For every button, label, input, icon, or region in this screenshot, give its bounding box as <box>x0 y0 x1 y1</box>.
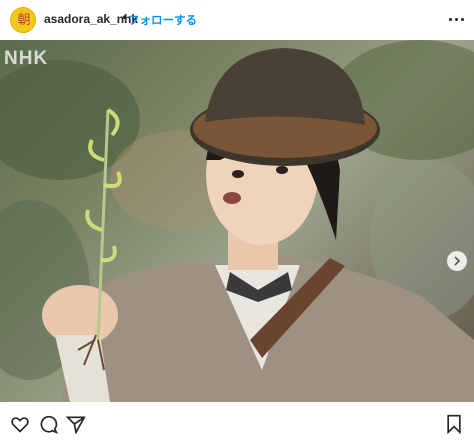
bookmark-icon[interactable] <box>444 414 464 434</box>
chevron-right-icon <box>454 256 461 266</box>
carousel-next-button[interactable] <box>447 251 467 271</box>
post-header: 朝 asadora_ak_nhk • フォローする <box>0 0 474 40</box>
avatar[interactable]: 朝 <box>10 7 36 33</box>
follow-button[interactable]: フォローする <box>128 12 197 28</box>
nhk-watermark: NHK <box>4 48 49 69</box>
comment-icon[interactable] <box>38 414 58 434</box>
heart-icon[interactable] <box>10 414 30 434</box>
action-bar <box>0 402 474 440</box>
avatar-logo: 朝 <box>17 13 31 28</box>
post-photo-illustration <box>0 40 474 402</box>
share-icon[interactable] <box>66 414 86 434</box>
more-options-icon[interactable] <box>448 10 464 28</box>
post-image[interactable]: NHK <box>0 40 474 402</box>
